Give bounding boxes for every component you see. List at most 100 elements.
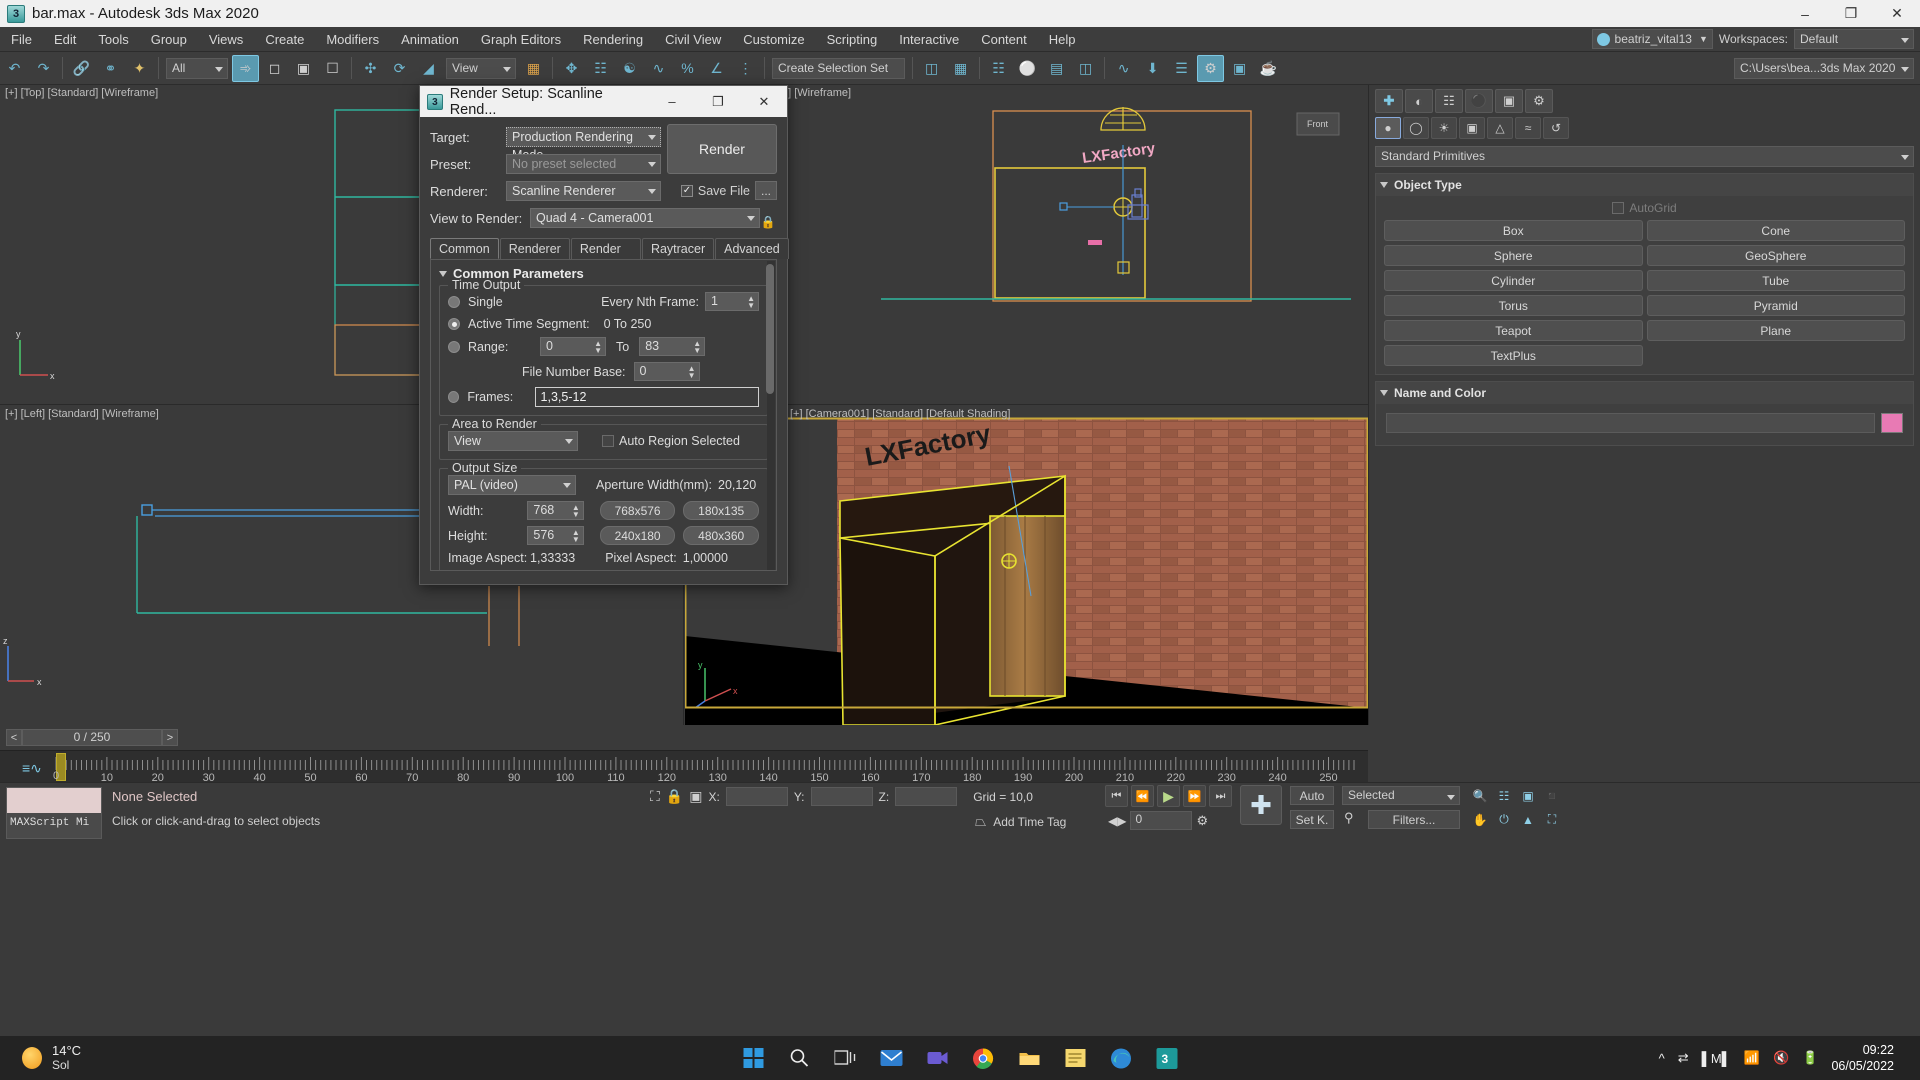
render-setup-icon[interactable]: ⚙: [1197, 54, 1225, 82]
chrome-icon[interactable]: [970, 1045, 997, 1072]
size-preset-240x180[interactable]: 240x180: [599, 526, 676, 545]
minimize-button[interactable]: –: [1782, 0, 1828, 27]
battery-charging-icon[interactable]: 🔋: [1802, 1050, 1818, 1066]
spinner-arrows-icon[interactable]: ▲ ▼: [594, 340, 602, 355]
primitive-category-select[interactable]: Standard Primitives: [1375, 146, 1914, 167]
array-icon[interactable]: ▦: [947, 55, 974, 82]
utilities-tab[interactable]: ⚙: [1525, 89, 1553, 113]
object-button-pyramid[interactable]: Pyramid: [1646, 295, 1905, 316]
key-filter-icon[interactable]: ⚲: [1344, 810, 1354, 826]
equalizer-icon[interactable]: ▌M▌: [1702, 1051, 1731, 1066]
select-scale-icon[interactable]: ◢: [415, 55, 442, 82]
display-tab[interactable]: ▣: [1495, 89, 1523, 113]
render-button[interactable]: Render: [667, 124, 777, 174]
file-explorer-icon[interactable]: [1016, 1045, 1043, 1072]
object-button-torus[interactable]: Torus: [1384, 295, 1643, 316]
next-frame-button[interactable]: ⏩: [1183, 785, 1206, 807]
set-key-button[interactable]: Set K.: [1290, 810, 1334, 829]
z-input[interactable]: [895, 787, 958, 806]
select-move-icon[interactable]: ✣: [357, 55, 384, 82]
view-to-render-select[interactable]: Quad 4 - Camera001: [530, 208, 760, 228]
time-output-active-segment-row[interactable]: Active Time Segment: 0 To 250: [448, 317, 759, 331]
tab-raytracer[interactable]: Raytracer: [641, 238, 715, 259]
viewport-camera-label[interactable]: [+] [Camera001] [Standard] [Default Shad…: [790, 408, 1010, 420]
layer-manager-icon[interactable]: ◫: [1072, 55, 1099, 82]
systems-icon[interactable]: ↺: [1543, 117, 1569, 139]
goto-end-button[interactable]: ⏭: [1209, 785, 1232, 807]
pan-icon[interactable]: ✋: [1470, 810, 1490, 829]
menu-item-tools[interactable]: Tools: [87, 27, 139, 52]
frames-row[interactable]: Frames: 1,3,5-12: [448, 387, 759, 407]
selection-filter-select[interactable]: All: [166, 57, 228, 79]
track-bar[interactable]: ≡∿ 10 20 30 40 50 60 70 80 90 100 110 120 130 140 150 1…: [0, 750, 1368, 783]
walkthrough-icon[interactable]: ▲: [1518, 810, 1538, 829]
render-dialog-close-button[interactable]: ✕: [741, 86, 787, 117]
object-button-box[interactable]: Box: [1384, 220, 1643, 241]
current-frame-display[interactable]: 0 / 250: [22, 729, 162, 746]
object-button-textplus[interactable]: TextPlus: [1384, 345, 1643, 366]
size-preset-768x576[interactable]: 768x576: [599, 501, 676, 520]
tab-advanced-lighting[interactable]: Advanced Lighting: [715, 238, 789, 276]
rendered-frame-window-icon[interactable]: ▣: [1226, 55, 1253, 82]
spinner-arrows-icon[interactable]: ▲ ▼: [747, 295, 755, 310]
maxscript-mini-listener[interactable]: MAXScript Mi: [6, 787, 102, 839]
task-view-icon[interactable]: [832, 1045, 859, 1072]
close-button[interactable]: ✕: [1874, 0, 1920, 27]
workspace-select[interactable]: Default: [1794, 29, 1914, 49]
file-number-base-input[interactable]: 0 ▲ ▼: [633, 362, 700, 381]
renderer-select[interactable]: Scanline Renderer: [506, 181, 661, 201]
hierarchy-tab[interactable]: ☷: [1435, 89, 1463, 113]
object-color-swatch[interactable]: [1881, 413, 1903, 433]
pivot-icon[interactable]: ▦: [520, 55, 547, 82]
menu-item-interactive[interactable]: Interactive: [888, 27, 970, 52]
show-hidden-icons[interactable]: ^: [1659, 1051, 1665, 1066]
auto-key-button[interactable]: Auto: [1290, 786, 1334, 805]
lock-icon[interactable]: 🔒: [666, 788, 683, 805]
object-button-sphere[interactable]: Sphere: [1384, 245, 1643, 266]
menu-item-animation[interactable]: Animation: [390, 27, 470, 52]
prev-frame-button[interactable]: <: [6, 729, 22, 746]
tab-render-elements[interactable]: Render Elements: [570, 238, 641, 276]
menu-item-scripting[interactable]: Scripting: [816, 27, 889, 52]
menu-item-content[interactable]: Content: [970, 27, 1038, 52]
snap-toggle-icon[interactable]: %: [674, 55, 701, 82]
object-button-teapot[interactable]: Teapot: [1384, 320, 1643, 341]
object-button-tube[interactable]: Tube: [1646, 270, 1905, 291]
menu-item-modifiers[interactable]: Modifiers: [315, 27, 390, 52]
unlink-icon[interactable]: ⚭: [97, 55, 124, 82]
selection-lock-icon[interactable]: ⛶: [650, 788, 660, 805]
reference-coord-select[interactable]: View: [446, 57, 516, 79]
undo-icon[interactable]: ↶: [1, 55, 28, 82]
mirror-icon[interactable]: ✥: [558, 55, 585, 82]
goto-start-button[interactable]: ⏮: [1105, 785, 1128, 807]
y-input[interactable]: [810, 787, 873, 806]
object-button-cone[interactable]: Cone: [1646, 220, 1905, 241]
select-region-icon[interactable]: ◻: [261, 55, 288, 82]
spinner-snap-icon[interactable]: ⋮: [732, 55, 759, 82]
next-frame-button[interactable]: >: [162, 729, 178, 746]
render-dialog-minimize-button[interactable]: –: [649, 86, 695, 117]
aperture-value[interactable]: 20,120: [718, 478, 756, 492]
spinner-arrows-icon[interactable]: ▲ ▼: [693, 340, 701, 355]
current-key-input[interactable]: 0: [1130, 811, 1193, 830]
image-aspect-value[interactable]: 1,33333: [530, 551, 575, 565]
zoom-extents-icon[interactable]: ▣: [1518, 786, 1538, 805]
render-dialog-maximize-button[interactable]: ❐: [695, 86, 741, 117]
3dsmax-icon[interactable]: 3: [1154, 1045, 1181, 1072]
material-editor-icon[interactable]: ⚪: [1014, 55, 1041, 82]
range-from-input[interactable]: 0 ▲ ▼: [540, 337, 606, 356]
teams-icon[interactable]: [924, 1045, 951, 1072]
project-path-display[interactable]: C:\Users\bea...3ds Max 2020: [1734, 57, 1914, 79]
angle-snap-icon[interactable]: ∠: [703, 55, 730, 82]
download-icon[interactable]: ⬇: [1139, 55, 1166, 82]
filters-button[interactable]: Filters...: [1368, 810, 1460, 829]
field-of-view-icon[interactable]: ◾: [1542, 786, 1562, 805]
weather-widget[interactable]: 14°C Sol: [22, 1043, 81, 1073]
maximize-button[interactable]: ❐: [1828, 0, 1874, 27]
save-file-checkbox[interactable]: ✓: [680, 184, 693, 197]
render-setup-dialog[interactable]: 3 Render Setup: Scanline Rend... – ❐ ✕ T…: [419, 85, 789, 585]
zoom-all-icon[interactable]: ☷: [1494, 786, 1514, 805]
tab-renderer[interactable]: Renderer: [499, 238, 570, 259]
menu-item-help[interactable]: Help: [1038, 27, 1087, 52]
autogrid-row[interactable]: AutoGrid: [1384, 201, 1905, 215]
